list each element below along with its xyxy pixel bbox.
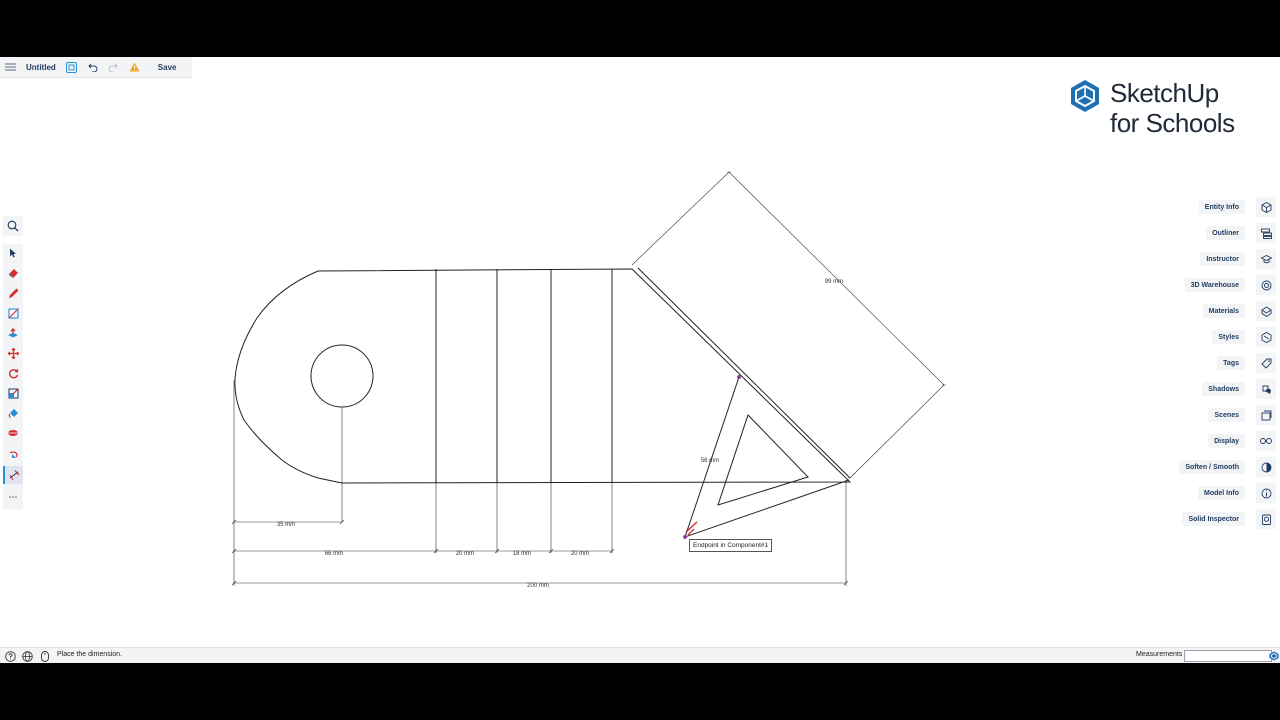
dim-20-a[interactable]: 20 mm (456, 551, 474, 557)
dimension-lines (231, 171, 946, 586)
dim-200[interactable]: 200 mm (527, 583, 549, 589)
diagonal-edge (637, 267, 851, 479)
dim-99[interactable]: 99 mm (825, 279, 843, 285)
dim-66[interactable]: 66 mm (325, 551, 343, 557)
slot-lines (435, 269, 613, 483)
dim-35[interactable]: 35 mm (277, 522, 295, 528)
status-text: Place the dimension. (57, 651, 122, 658)
mouse-icon[interactable] (39, 650, 51, 662)
dim-20-b[interactable]: 20 mm (571, 551, 589, 557)
triangle-inner (717, 414, 809, 506)
part-outline (234, 268, 852, 484)
measurements-input[interactable] (1184, 650, 1272, 662)
sketchup-status-icon (1268, 650, 1280, 662)
dim-18[interactable]: 18 mm (513, 551, 531, 557)
inference-tooltip: Endpoint in Component#1 (689, 539, 773, 552)
circular-hole (310, 344, 374, 408)
measurements-label: Measurements (1136, 651, 1183, 658)
model-viewport[interactable]: 35 mm 66 mm 20 mm 18 mm 20 mm 200 mm 99 … (0, 57, 1280, 663)
sketchup-app: Untitled Save SketchUp for Schools Entit… (0, 57, 1280, 663)
status-bar: Place the dimension. Measurements (0, 647, 1280, 663)
globe-icon[interactable] (21, 650, 33, 662)
help-icon[interactable] (4, 650, 16, 662)
dim-56[interactable]: 56 mm (701, 458, 719, 464)
